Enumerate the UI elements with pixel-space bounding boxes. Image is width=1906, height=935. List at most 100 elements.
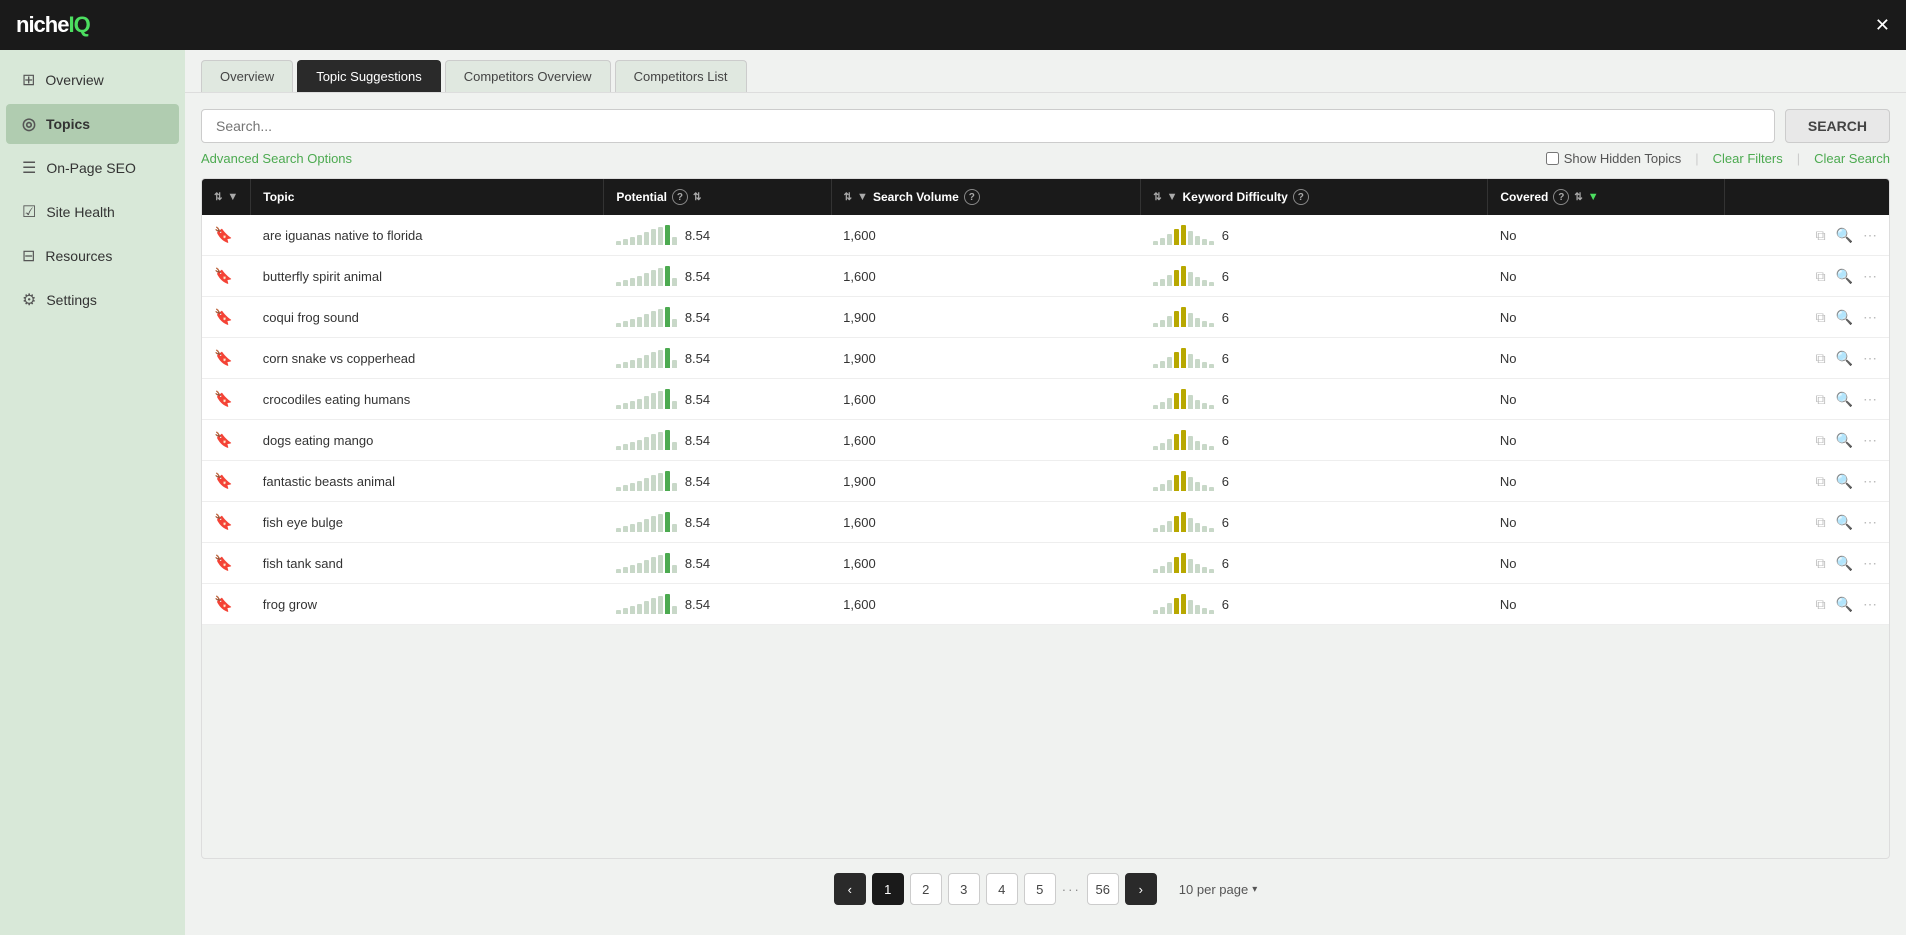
sort-icon-potential[interactable]: ⇅ [693,192,701,203]
more-icon-7[interactable]: ⋯ [1863,514,1877,531]
topic-text-1: butterfly spirit animal [263,269,382,284]
bookmark-icon-3[interactable]: 🔖 [214,350,233,367]
table-header-row: ⇅ ▼ Topic Potentia [202,179,1889,215]
sidebar-item-resources[interactable]: ⊟ Resources [6,236,179,276]
search-icon-8[interactable]: 🔍 [1836,555,1853,572]
more-icon-5[interactable]: ⋯ [1863,432,1877,449]
filter-icon-covered[interactable]: ▼ [1588,191,1599,203]
page-3-button[interactable]: 3 [948,873,980,905]
sort-icon-covered[interactable]: ⇅ [1574,192,1582,203]
th-sv-label: Search Volume [873,190,959,204]
table-wrapper: ⇅ ▼ Topic Potentia [201,178,1890,859]
search-icon-6[interactable]: 🔍 [1836,473,1853,490]
copy-icon-3[interactable]: ⧉ [1816,350,1826,367]
sort-icon-topic[interactable]: ⇅ [214,192,222,203]
next-page-button[interactable]: › [1125,873,1157,905]
show-hidden-label[interactable]: Show Hidden Topics [1546,151,1682,166]
page-5-button[interactable]: 5 [1024,873,1056,905]
sidebar-item-site-health[interactable]: ☑ Site Health [6,192,179,232]
bookmark-icon-7[interactable]: 🔖 [214,514,233,531]
tab-topic-suggestions[interactable]: Topic Suggestions [297,60,441,92]
bookmark-icon-1[interactable]: 🔖 [214,268,233,285]
bookmark-icon-5[interactable]: 🔖 [214,432,233,449]
copy-icon-9[interactable]: ⧉ [1816,596,1826,613]
copy-icon-8[interactable]: ⧉ [1816,555,1826,572]
more-icon-1[interactable]: ⋯ [1863,268,1877,285]
kd-cell-9: 6 [1141,584,1488,625]
more-icon-4[interactable]: ⋯ [1863,391,1877,408]
sv-help-icon[interactable]: ? [964,189,980,205]
copy-icon-7[interactable]: ⧉ [1816,514,1826,531]
search-icon-0[interactable]: 🔍 [1836,227,1853,244]
copy-icon-5[interactable]: ⧉ [1816,432,1826,449]
search-icon-9[interactable]: 🔍 [1836,596,1853,613]
copy-icon-2[interactable]: ⧉ [1816,309,1826,326]
logo: nicheIQ [16,12,90,38]
search-icon-1[interactable]: 🔍 [1836,268,1853,285]
sidebar-item-on-page-seo[interactable]: ☰ On-Page SEO [6,148,179,188]
sv-value-0: 1,600 [843,228,876,243]
more-icon-3[interactable]: ⋯ [1863,350,1877,367]
search-icon-4[interactable]: 🔍 [1836,391,1853,408]
tab-competitors-overview[interactable]: Competitors Overview [445,60,611,92]
kd-help-icon[interactable]: ? [1293,189,1309,205]
potential-value-2: 8.54 [685,310,710,325]
sidebar-item-topics[interactable]: ◎ Topics [6,104,179,144]
page-4-button[interactable]: 4 [986,873,1018,905]
topic-text-5: dogs eating mango [263,433,374,448]
more-icon-9[interactable]: ⋯ [1863,596,1877,613]
copy-icon-6[interactable]: ⧉ [1816,473,1826,490]
bookmark-icon-2[interactable]: 🔖 [214,309,233,326]
potential-help-icon[interactable]: ? [672,189,688,205]
covered-cell-4: No [1488,379,1725,420]
sort-icon-kd[interactable]: ⇅ [1153,192,1161,203]
close-button[interactable]: ✕ [1875,16,1890,34]
bookmark-icon-0[interactable]: 🔖 [214,227,233,244]
filter-icon-topic[interactable]: ▼ [227,191,238,203]
actions-cell-8: ⧉ 🔍 ⋯ [1725,543,1889,584]
bookmark-icon-4[interactable]: 🔖 [214,391,233,408]
more-icon-8[interactable]: ⋯ [1863,555,1877,572]
bookmark-icon-8[interactable]: 🔖 [214,555,233,572]
search-input[interactable] [201,109,1775,143]
covered-cell-3: No [1488,338,1725,379]
sv-cell-7: 1,600 [831,502,1141,543]
potential-value-5: 8.54 [685,433,710,448]
sidebar-label-overview: Overview [45,72,103,88]
search-button[interactable]: SEARCH [1785,109,1890,143]
page-2-button[interactable]: 2 [910,873,942,905]
more-icon-0[interactable]: ⋯ [1863,227,1877,244]
sidebar-item-overview[interactable]: ⊞ Overview [6,60,179,100]
main-content: Overview Topic Suggestions Competitors O… [185,50,1906,935]
search-icon-2[interactable]: 🔍 [1836,309,1853,326]
tab-overview[interactable]: Overview [201,60,293,92]
clear-filters-link[interactable]: Clear Filters [1713,151,1783,166]
potential-cell-9: 8.54 [604,584,831,625]
sidebar-item-settings[interactable]: ⚙ Settings [6,280,179,320]
per-page-select[interactable]: 10 per page ▾ [1179,882,1257,897]
filter-icon-sv[interactable]: ▼ [857,191,868,203]
last-page-button[interactable]: 56 [1087,873,1119,905]
search-icon-5[interactable]: 🔍 [1836,432,1853,449]
more-icon-6[interactable]: ⋯ [1863,473,1877,490]
show-hidden-checkbox[interactable] [1546,152,1559,165]
bookmark-icon-9[interactable]: 🔖 [214,596,233,613]
search-icon-3[interactable]: 🔍 [1836,350,1853,367]
prev-page-button[interactable]: ‹ [834,873,866,905]
th-covered-label: Covered [1500,190,1548,204]
sort-icon-sv[interactable]: ⇅ [844,192,852,203]
copy-icon-1[interactable]: ⧉ [1816,268,1826,285]
copy-icon-4[interactable]: ⧉ [1816,391,1826,408]
search-icon-7[interactable]: 🔍 [1836,514,1853,531]
advanced-search-link[interactable]: Advanced Search Options [201,151,352,166]
page-1-button[interactable]: 1 [872,873,904,905]
covered-help-icon[interactable]: ? [1553,189,1569,205]
covered-cell-2: No [1488,297,1725,338]
table-row: 🔖 fantastic beasts animal 8.54 1,900 6 [202,461,1889,502]
clear-search-link[interactable]: Clear Search [1814,151,1890,166]
bookmark-icon-6[interactable]: 🔖 [214,473,233,490]
tab-competitors-list[interactable]: Competitors List [615,60,747,92]
filter-icon-kd[interactable]: ▼ [1167,191,1178,203]
more-icon-2[interactable]: ⋯ [1863,309,1877,326]
copy-icon-0[interactable]: ⧉ [1816,227,1826,244]
